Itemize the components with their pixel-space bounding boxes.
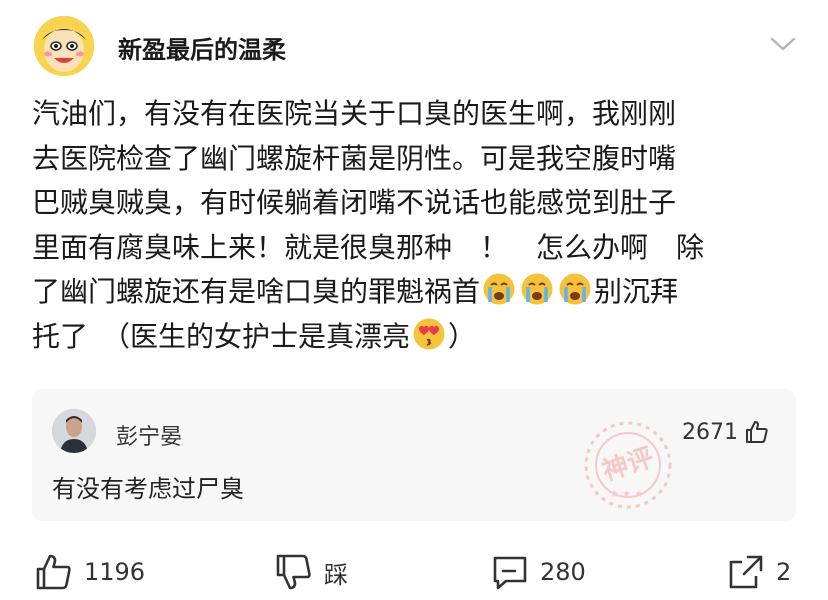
post-body: 汽油们，有没有在医院当关于口臭的医生啊，我刚刚 去医院检查了幽门螺旋杆菌是阴性。… bbox=[32, 92, 800, 360]
comment-text: 有没有考虑过尸臭 bbox=[52, 475, 244, 503]
heart-eyes-kiss-emoji-icon bbox=[413, 318, 445, 350]
cartoon-face-icon bbox=[34, 16, 94, 76]
post-line-text: 了幽门螺旋还有是啥口臭的罪魁祸首 bbox=[32, 275, 481, 309]
dislike-button[interactable]: 踩 bbox=[274, 552, 348, 592]
hot-comment-stamp-icon: 神评 ★ ★ ★ bbox=[584, 421, 672, 509]
like-count: 1196 bbox=[84, 558, 146, 586]
post-line-text: 托了 （医生的女护士是真漂亮 bbox=[32, 319, 411, 353]
chevron-down-icon[interactable] bbox=[770, 36, 796, 52]
thumbs-down-icon bbox=[276, 554, 311, 590]
author-name[interactable]: 新盈最后的温柔 bbox=[118, 30, 286, 65]
post-line: 汽油们，有没有在医院当关于口臭的医生啊，我刚刚 bbox=[32, 97, 677, 130]
share-button[interactable]: 2 bbox=[726, 552, 791, 592]
post-line: 里面有腐臭味上来！就是很臭那种 ！ 怎么办啊 除 bbox=[32, 230, 705, 264]
post-header: 新盈最后的温柔 bbox=[32, 14, 798, 78]
svg-text:★ ★ ★: ★ ★ ★ bbox=[610, 489, 643, 500]
share-count: 2 bbox=[776, 558, 792, 586]
post-line-tail: ） bbox=[448, 319, 477, 353]
dislike-label: 踩 bbox=[324, 560, 348, 589]
thumbs-up-icon bbox=[36, 554, 71, 590]
share-icon bbox=[729, 555, 763, 589]
hot-comment-card[interactable]: 神评 ★ ★ ★ 彭宁晏 2671 有没有考虑过尸臭 bbox=[32, 389, 796, 521]
post-line: 去医院检查了幽门螺旋杆菌是阴性。可是我空腹时嘴 bbox=[32, 141, 677, 175]
comment-like-count: 2671 bbox=[682, 419, 738, 445]
author-avatar[interactable] bbox=[32, 14, 96, 78]
post-line-tail: 别沉拜 bbox=[594, 275, 679, 309]
comment-like-button[interactable]: 2671 bbox=[682, 419, 770, 445]
crying-emoji-icon bbox=[483, 273, 515, 305]
stamp-text: 神评 bbox=[599, 443, 658, 488]
post-action-bar: 1196 踩 280 2 bbox=[0, 540, 828, 600]
crying-emoji-icon bbox=[521, 273, 553, 305]
post-line: 托了 （医生的女护士是真漂亮 ） bbox=[32, 315, 800, 360]
commenter-name[interactable]: 彭宁晏 bbox=[116, 419, 182, 451]
comment-bubble-icon bbox=[493, 556, 527, 590]
crying-emoji-icon bbox=[559, 273, 591, 305]
post-line: 巴贼臭贼臭，有时候躺着闭嘴不说话也能感觉到肚子 bbox=[32, 186, 677, 220]
post-line: 了幽门螺旋还有是啥口臭的罪魁祸首 别沉拜 bbox=[32, 270, 800, 315]
comment-count: 280 bbox=[540, 558, 586, 586]
person-photo-icon bbox=[52, 409, 96, 453]
like-button[interactable]: 1196 bbox=[34, 552, 145, 592]
commenter-avatar[interactable] bbox=[52, 409, 96, 453]
thumbs-up-icon bbox=[746, 421, 768, 443]
comment-button[interactable]: 280 bbox=[490, 552, 586, 592]
